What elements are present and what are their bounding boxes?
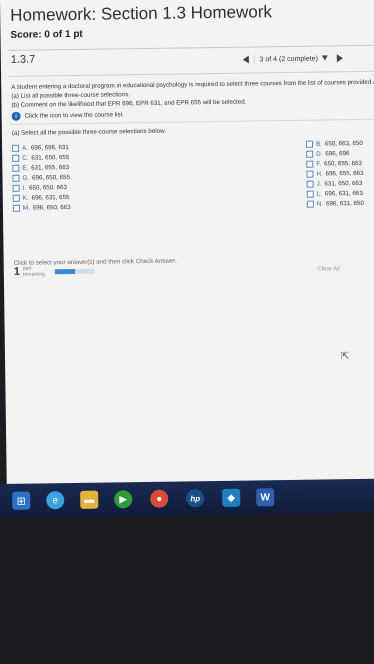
- parts-remaining: 1 part remaining: [14, 265, 95, 278]
- browser-screen: Homework: Section 1.3 Homework Score: 0 …: [0, 0, 374, 500]
- answer-option[interactable]: M. 696, 650, 663: [12, 202, 71, 213]
- question-navigation: 3 of 4 (2 complete): [242, 54, 343, 64]
- app-icon[interactable]: ◆: [222, 488, 241, 507]
- problem-statement: A student entering a doctoral program in…: [11, 77, 374, 110]
- question-status: 3 of 4 (2 complete): [259, 55, 318, 63]
- option-letter: N.: [316, 200, 324, 208]
- option-value: 631, 650, 663: [324, 179, 363, 187]
- option-value: 650, 655, 663: [324, 159, 363, 167]
- answer-option[interactable]: N. 696, 631, 650: [306, 198, 364, 209]
- start-icon[interactable]: ⊞: [12, 491, 31, 510]
- option-letter: A.: [22, 144, 28, 152]
- option-letter: K.: [22, 194, 29, 202]
- question-divider: [9, 70, 374, 77]
- options-right-column: B. 650, 663, 650 D. 696, 696 F. 650, 655, 663…: [305, 138, 364, 209]
- internet-explorer-icon[interactable]: e: [46, 491, 65, 510]
- option-letter: I.: [22, 184, 27, 192]
- option-letter: D.: [316, 150, 323, 158]
- word-icon[interactable]: W: [256, 488, 275, 507]
- option-value: 696, 655, 663: [325, 169, 364, 177]
- checkbox[interactable]: [305, 140, 314, 148]
- option-letter: J.: [316, 180, 322, 188]
- part-label-2: remaining: [22, 271, 45, 278]
- course-list-link[interactable]: i Click the icon to view the course list…: [11, 110, 125, 121]
- checkbox[interactable]: [306, 150, 314, 158]
- option-value: 696, 631, 655: [31, 193, 70, 202]
- checkbox[interactable]: [306, 190, 314, 198]
- checkbox[interactable]: [12, 184, 20, 192]
- option-letter: G.: [22, 174, 30, 182]
- options-left-column: A. 696, 696, 631 C. 631, 650, 655 E. 631, 655…: [12, 142, 71, 213]
- option-value: 650, 663, 650: [324, 139, 363, 147]
- hp-icon[interactable]: hp: [186, 489, 205, 508]
- homework-title: Homework: Section 1.3 Homework: [10, 2, 273, 25]
- homework-header: Homework: Section 1.3 Homework Score: 0 …: [10, 1, 374, 48]
- score-value: 0 of 1 pt: [44, 28, 83, 41]
- question-number: 1.3.7: [10, 53, 36, 66]
- part-a-instruction: (a) Select all the possible three-course…: [11, 127, 166, 137]
- option-letter: C.: [22, 154, 29, 162]
- checkbox[interactable]: [306, 160, 314, 168]
- question-selector[interactable]: 3 of 4 (2 complete): [253, 54, 328, 63]
- checkbox[interactable]: [12, 164, 20, 172]
- checkbox[interactable]: [12, 204, 20, 212]
- course-list-text: Click the icon to view the course list.: [24, 111, 125, 120]
- score-line: Score: 0 of 1 pt: [10, 25, 374, 41]
- media-player-icon[interactable]: ▶: [114, 490, 133, 509]
- mouse-cursor-icon: ⇱: [340, 351, 350, 363]
- option-value: 696, 631, 663: [324, 189, 363, 197]
- option-value: 696, 650, 663: [32, 203, 71, 212]
- option-value: 631, 650, 655: [31, 153, 70, 162]
- info-icon[interactable]: i: [11, 111, 21, 121]
- option-value: 696, 650, 655: [31, 173, 70, 182]
- chevron-down-icon: [321, 54, 328, 61]
- chrome-icon[interactable]: ●: [150, 489, 169, 508]
- taskbar: ⊞ e ▬ ▶ ● hp ◆ W: [0, 478, 374, 518]
- next-question-icon[interactable]: [336, 54, 343, 63]
- previous-question-icon[interactable]: [242, 55, 249, 64]
- option-letter: B.: [315, 140, 322, 148]
- checkbox[interactable]: [12, 144, 20, 152]
- option-value: 631, 655, 663: [31, 163, 70, 172]
- checkbox[interactable]: [306, 200, 314, 208]
- option-value: 650, 650, 663: [29, 183, 67, 192]
- checkbox[interactable]: [12, 154, 20, 162]
- option-letter: M.: [22, 204, 30, 212]
- option-value: 696, 631, 650: [326, 199, 364, 207]
- parts-remaining-count: 1: [13, 265, 21, 278]
- option-value: 696, 696, 631: [30, 143, 69, 152]
- option-letter: H.: [316, 170, 323, 178]
- checkbox[interactable]: [306, 180, 314, 188]
- parts-remaining-label: part remaining: [22, 265, 45, 278]
- progress-bar: [54, 268, 95, 274]
- clear-all-button[interactable]: Clear All: [317, 266, 339, 272]
- folder-icon[interactable]: ▬: [80, 490, 99, 509]
- checkbox[interactable]: [12, 194, 20, 202]
- option-value: 696, 696: [325, 149, 350, 157]
- score-label: Score:: [10, 29, 42, 41]
- option-letter: L.: [316, 190, 322, 198]
- checkbox[interactable]: [12, 174, 20, 182]
- option-letter: F.: [316, 160, 322, 168]
- option-letter: E.: [22, 164, 29, 172]
- checkbox[interactable]: [306, 170, 314, 178]
